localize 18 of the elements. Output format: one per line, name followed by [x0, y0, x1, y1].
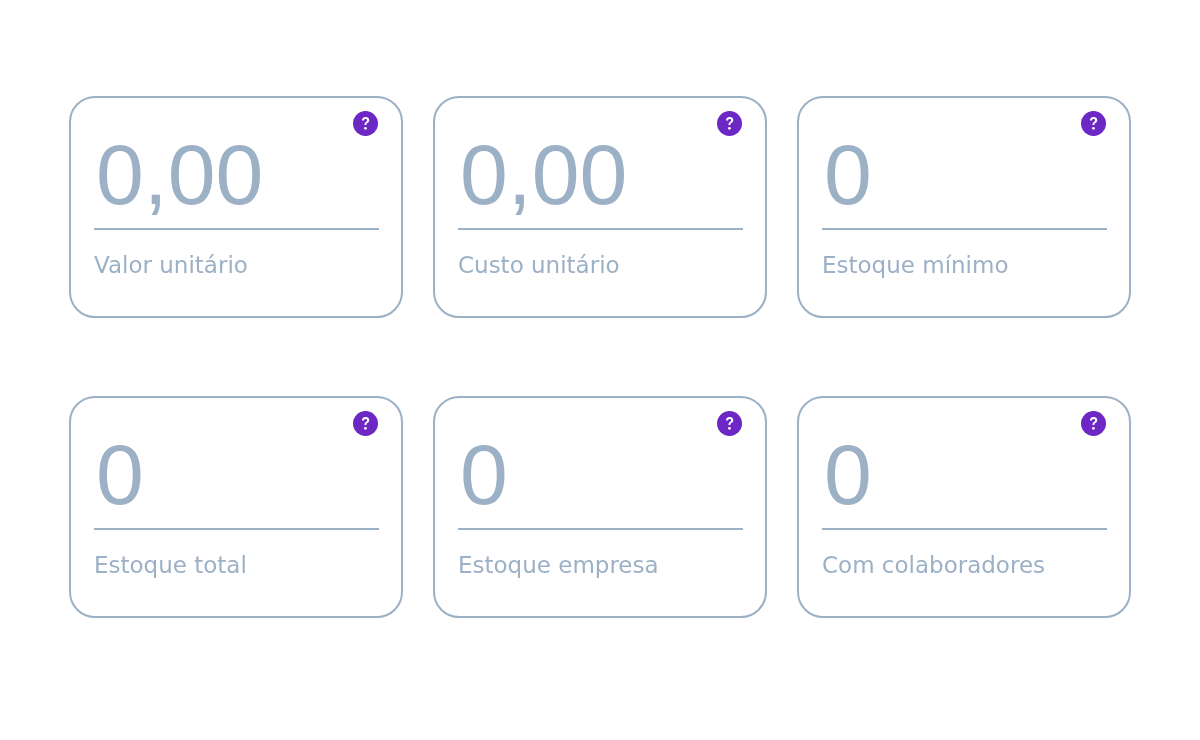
help-icon[interactable]	[1081, 411, 1106, 436]
field-label: Estoque total	[94, 552, 247, 578]
field-label: Com colaboradores	[822, 552, 1046, 578]
field-label: Valor unitário	[94, 252, 248, 278]
value-field[interactable]: 0	[822, 124, 1107, 230]
help-icon[interactable]	[1081, 111, 1106, 136]
value-field[interactable]: 0	[822, 424, 1107, 530]
value-field[interactable]: 0	[94, 424, 379, 530]
help-icon[interactable]	[353, 111, 378, 136]
field-label: Estoque empresa	[458, 552, 659, 578]
value-field[interactable]: 0,00	[94, 124, 379, 230]
field-label: Custo unitário	[458, 252, 620, 278]
value-field[interactable]: 0	[458, 424, 743, 530]
help-icon[interactable]	[717, 411, 742, 436]
help-icon[interactable]	[717, 111, 742, 136]
value-field[interactable]: 0,00	[458, 124, 743, 230]
help-icon[interactable]	[353, 411, 378, 436]
field-label: Estoque mínimo	[822, 252, 1009, 278]
